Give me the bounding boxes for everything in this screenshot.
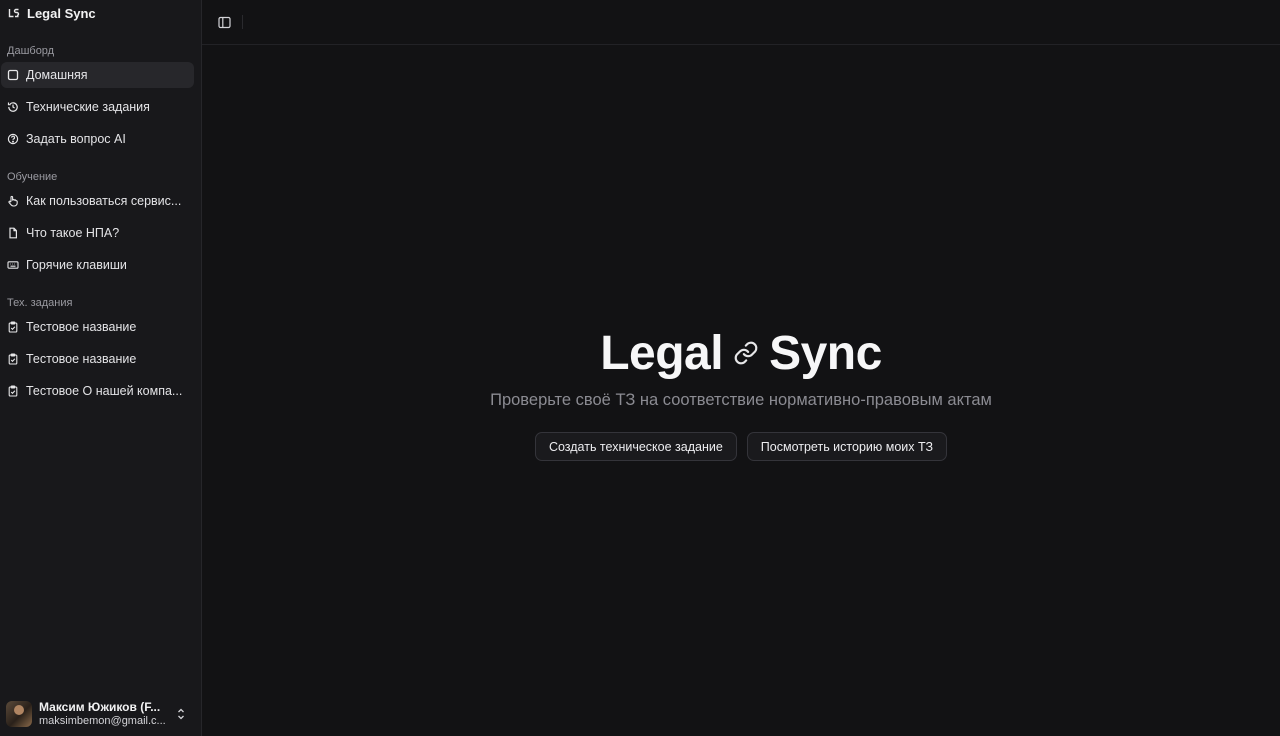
clipboard-check-icon bbox=[7, 385, 19, 397]
hero-actions: Создать техническое задание Посмотреть и… bbox=[534, 432, 948, 461]
help-circle-icon bbox=[7, 133, 19, 145]
create-spec-button[interactable]: Создать техническое задание bbox=[534, 432, 737, 461]
hero-subtitle: Проверьте своё ТЗ на соответствие нормат… bbox=[490, 391, 992, 409]
sidebar-item-label: Как пользоваться сервис... bbox=[26, 194, 182, 208]
square-icon bbox=[7, 69, 19, 81]
sidebar-item-task[interactable]: Тестовое название bbox=[1, 314, 194, 340]
clipboard-check-icon bbox=[7, 353, 19, 365]
main-content: Legal Sync Проверьте своё ТЗ на соответс… bbox=[202, 0, 1280, 736]
sidebar-item-ask-ai[interactable]: Задать вопрос AI bbox=[1, 126, 194, 152]
brand[interactable]: Legal Sync bbox=[0, 0, 201, 26]
link-icon bbox=[733, 340, 759, 366]
group-label: Тех. задания bbox=[7, 297, 73, 309]
nav-group-dashboard: Дашборд Домашняя Технические задания Зад… bbox=[0, 43, 201, 152]
sidebar-item-home[interactable]: Домашняя bbox=[1, 62, 194, 88]
user-info: Максим Южиков (F... maksimbemon@gmail.c.… bbox=[39, 700, 168, 728]
sidebar-item-label: Технические задания bbox=[26, 100, 150, 114]
sidebar-item-task[interactable]: Тестовое название bbox=[1, 346, 194, 372]
sidebar-item-hotkeys[interactable]: Горячие клавиши bbox=[1, 252, 194, 278]
topbar bbox=[202, 0, 1280, 45]
group-label: Обучение bbox=[7, 171, 58, 183]
hero-title: Legal Sync bbox=[600, 325, 882, 381]
sidebar-item-label: Домашняя bbox=[26, 68, 88, 82]
clipboard-check-icon bbox=[7, 321, 19, 333]
sidebar-item-tech-specs[interactable]: Технические задания bbox=[1, 94, 194, 120]
sidebar-item-label: Задать вопрос AI bbox=[26, 132, 126, 146]
nav-group-learning: Обучение Как пользоваться сервис... Что … bbox=[0, 169, 201, 278]
topbar-divider bbox=[242, 15, 243, 29]
nav-group-tech-tasks: Тех. задания Тестовое название Тестовое … bbox=[0, 295, 201, 404]
app-root: Legal Sync Дашборд Домашняя Технические … bbox=[0, 0, 1280, 736]
sidebar-item-label: Тестовое О нашей компа... bbox=[26, 384, 183, 398]
hero-title-left: Legal bbox=[600, 326, 724, 380]
user-menu[interactable]: Максим Южиков (F... maksimbemon@gmail.c.… bbox=[0, 692, 201, 736]
sidebar-toggle-icon[interactable] bbox=[217, 15, 231, 29]
sidebar-item-label: Что такое НПА? bbox=[26, 226, 120, 240]
hero-content: Legal Sync Проверьте своё ТЗ на соответс… bbox=[202, 325, 1280, 461]
sidebar-item-how-to-use[interactable]: Как пользоваться сервис... bbox=[1, 188, 194, 214]
hero: Legal Sync Проверьте своё ТЗ на соответс… bbox=[202, 45, 1280, 736]
user-email: maksimbemon@gmail.c... bbox=[39, 715, 166, 727]
keyboard-icon bbox=[7, 259, 19, 271]
group-label: Дашборд bbox=[7, 45, 55, 57]
sidebar-item-what-is-npa[interactable]: Что такое НПА? bbox=[1, 220, 194, 246]
sidebar-item-label: Горячие клавиши bbox=[26, 258, 127, 272]
hero-title-right: Sync bbox=[769, 326, 882, 380]
sidebar-item-label: Тестовое название bbox=[26, 352, 137, 366]
history-icon bbox=[7, 101, 19, 113]
file-icon bbox=[7, 227, 19, 239]
chevrons-up-down-icon[interactable] bbox=[175, 707, 187, 721]
sidebar: Legal Sync Дашборд Домашняя Технические … bbox=[0, 0, 202, 736]
brand-name: Legal Sync bbox=[27, 5, 96, 21]
view-history-button[interactable]: Посмотреть историю моих ТЗ bbox=[746, 432, 948, 461]
sidebar-item-task[interactable]: Тестовое О нашей компа... bbox=[1, 378, 194, 404]
logo-icon bbox=[8, 7, 20, 19]
avatar bbox=[6, 701, 32, 727]
pointer-hand-icon bbox=[7, 195, 19, 207]
sidebar-item-label: Тестовое название bbox=[26, 320, 137, 334]
user-name: Максим Южиков (F... bbox=[39, 700, 161, 714]
